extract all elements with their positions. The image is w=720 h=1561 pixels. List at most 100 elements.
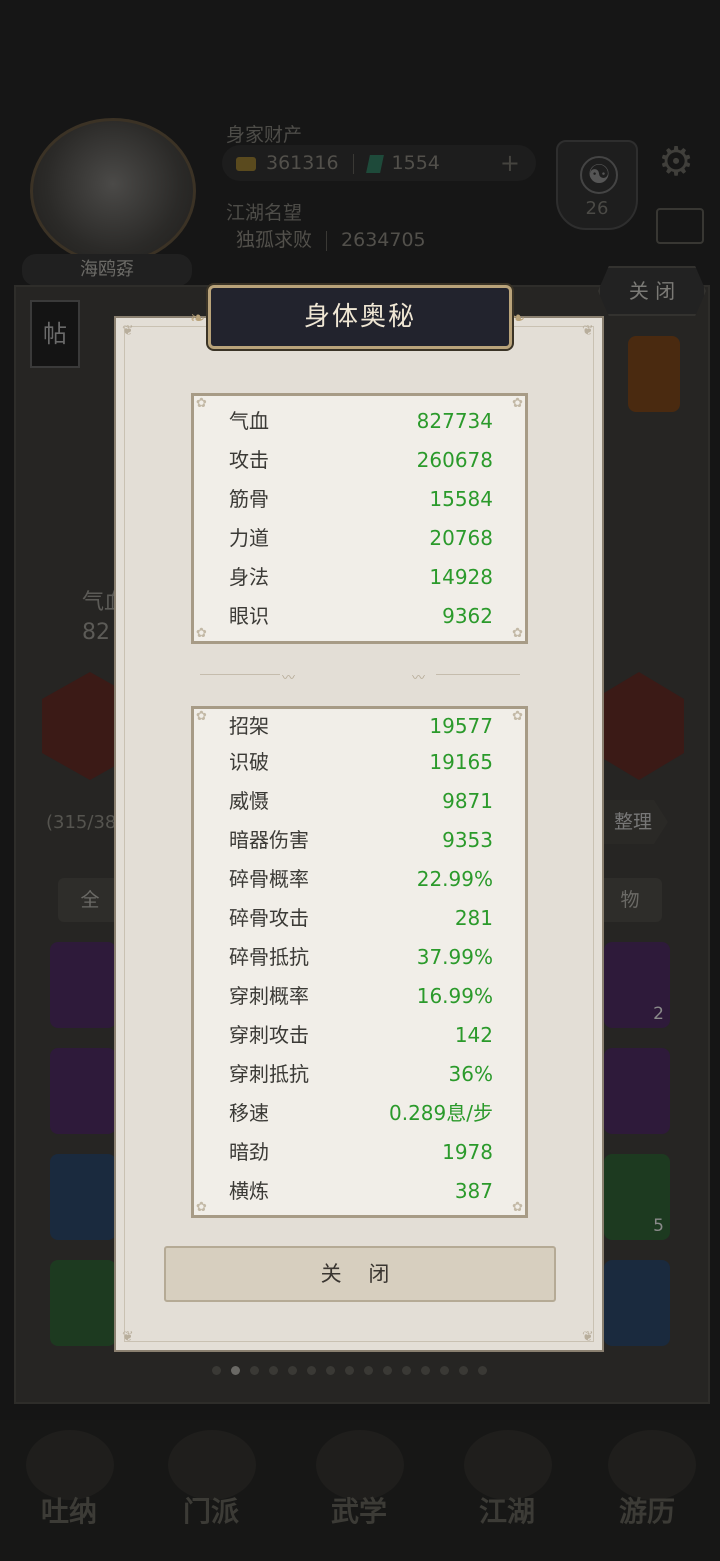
dialog-title: 身体奥秘 <box>303 302 416 332</box>
taiji-level-badge[interactable]: ☯ 26 <box>556 140 638 230</box>
page-dot <box>459 1366 468 1375</box>
gold-amount: 361316 <box>266 152 339 174</box>
background-stat-value: 82 <box>82 620 110 645</box>
stat-name: 碎骨概率 <box>229 867 309 891</box>
stat-value: 387 <box>454 1179 493 1203</box>
stat-name: 穿刺抵抗 <box>229 1062 309 1086</box>
stat-value: 9362 <box>442 604 493 628</box>
filter-all-tab[interactable]: 全 <box>58 878 122 922</box>
stat-name: 力道 <box>229 526 269 550</box>
inventory-slot[interactable] <box>604 1048 670 1134</box>
stat-value: 19165 <box>429 750 493 774</box>
mail-icon[interactable] <box>656 208 704 244</box>
corner-ornament: ❦ <box>122 1329 134 1345</box>
inventory-slot[interactable]: 2 <box>604 942 670 1028</box>
stat-value: 37.99% <box>416 945 493 969</box>
nav-menpai[interactable]: 门派 <box>156 1490 266 1530</box>
stat-value: 9871 <box>442 789 493 813</box>
stat-value: 14928 <box>429 565 493 589</box>
section-divider: 〰 〰 <box>200 667 520 686</box>
stat-value: 36% <box>448 1062 493 1086</box>
stat-row: 碎骨概率 22.99% <box>229 864 493 894</box>
page-dot <box>307 1366 316 1375</box>
corner-ornament: ❦ <box>582 1329 594 1345</box>
post-icon[interactable]: 帖 <box>30 300 80 368</box>
stat-row: 攻击 260678 <box>229 445 493 475</box>
player-title: 独孤求败 <box>236 229 313 251</box>
stat-value: 22.99% <box>416 867 493 891</box>
divider <box>352 153 354 174</box>
stat-row: 穿刺攻击 142 <box>229 1020 493 1050</box>
nav-youli[interactable]: 游历 <box>592 1490 702 1530</box>
filter-item-tab[interactable]: 物 <box>598 878 662 922</box>
plus-icon[interactable]: + <box>500 145 520 181</box>
scroll-viewport: 招架 19577 识破 19165 威慑 9871 暗器伤害 9353 碎骨概率 22.9… <box>194 709 525 1215</box>
stat-row: 筋骨 15584 <box>229 484 493 514</box>
page-dot <box>402 1366 411 1375</box>
bottom-navigation: 吐纳 门派 武学 江湖 游历 <box>0 1420 720 1561</box>
divider-swirl: 〰 <box>412 671 426 686</box>
divider-line <box>436 674 520 675</box>
nav-jianghu[interactable]: 江湖 <box>452 1490 562 1530</box>
page-dot <box>383 1366 392 1375</box>
stat-row: 招架 19577 <box>229 711 493 741</box>
fame-value: 2634705 <box>341 229 426 251</box>
corner-ornament: ✿ <box>196 626 207 641</box>
stat-name: 威慑 <box>229 789 269 813</box>
gold-coin-icon <box>236 156 256 171</box>
dialog-close-button[interactable]: 关 闭 <box>164 1246 556 1302</box>
stat-name: 招架 <box>229 714 269 738</box>
divider-line <box>200 674 280 675</box>
dialog-title-plate: 身体奥秘 <box>208 285 512 349</box>
stat-name: 气血 <box>229 409 269 433</box>
gear-icon[interactable]: ⚙ <box>654 140 698 184</box>
player-name: 海鸥孬 <box>22 254 192 286</box>
taiji-level: 26 <box>585 198 609 219</box>
stat-name: 眼识 <box>229 604 269 628</box>
page-dot <box>326 1366 335 1375</box>
stat-name: 移速 <box>229 1101 269 1125</box>
title-ornament-left: ❧ <box>190 308 206 329</box>
stat-value: 142 <box>454 1023 493 1047</box>
wealth-label: 身家财产 <box>226 124 303 146</box>
inventory-slot[interactable] <box>50 1154 116 1240</box>
lantern-icon[interactable] <box>628 336 680 412</box>
stat-name: 碎骨抵抗 <box>229 945 309 969</box>
stat-value: 0.289息/步 <box>389 1101 493 1125</box>
page-dot <box>288 1366 297 1375</box>
inventory-slot[interactable] <box>50 1260 116 1346</box>
background-close-button[interactable]: 关 闭 <box>598 266 706 316</box>
jade-amount: 1554 <box>391 152 440 174</box>
nav-wuxue[interactable]: 武学 <box>304 1490 414 1530</box>
stat-value: 15584 <box>429 487 493 511</box>
stat-row: 碎骨抵抗 37.99% <box>229 942 493 972</box>
tidy-button[interactable]: 整理 <box>598 800 668 844</box>
corner-ornament: ✿ <box>512 709 523 724</box>
page-dot <box>269 1366 278 1375</box>
stat-value: 827734 <box>416 409 493 433</box>
advanced-stats-scroll-list[interactable]: 招架 19577 识破 19165 威慑 9871 暗器伤害 9353 碎骨概率 22.9… <box>191 706 528 1218</box>
inventory-slot[interactable] <box>604 1260 670 1346</box>
stat-row: 识破 19165 <box>229 747 493 777</box>
inventory-slot[interactable] <box>50 942 116 1028</box>
stat-row: 穿刺抵抗 36% <box>229 1059 493 1089</box>
fame-row: 独孤求败 2634705 <box>222 222 536 258</box>
stat-name: 横炼 <box>229 1179 269 1203</box>
divider <box>326 230 328 251</box>
stat-value: 9353 <box>442 828 493 852</box>
nav-tuna[interactable]: 吐纳 <box>14 1490 124 1530</box>
stat-row: 眼识 9362 <box>229 601 493 631</box>
stat-name: 碎骨攻击 <box>229 906 309 930</box>
corner-ornament: ❦ <box>122 323 134 339</box>
bag-capacity: (315/38 <box>46 812 117 833</box>
stat-value: 20768 <box>429 526 493 550</box>
inventory-slot[interactable] <box>50 1048 116 1134</box>
stat-value: 1978 <box>442 1140 493 1164</box>
inventory-slot[interactable]: 5 <box>604 1154 670 1240</box>
stat-row: 横炼 387 <box>229 1176 493 1206</box>
page-dot <box>364 1366 373 1375</box>
taiji-icon: ☯ <box>580 156 618 194</box>
jade-icon <box>365 154 384 173</box>
stat-name: 暗劲 <box>229 1140 269 1164</box>
divider-swirl: 〰 <box>282 671 296 686</box>
